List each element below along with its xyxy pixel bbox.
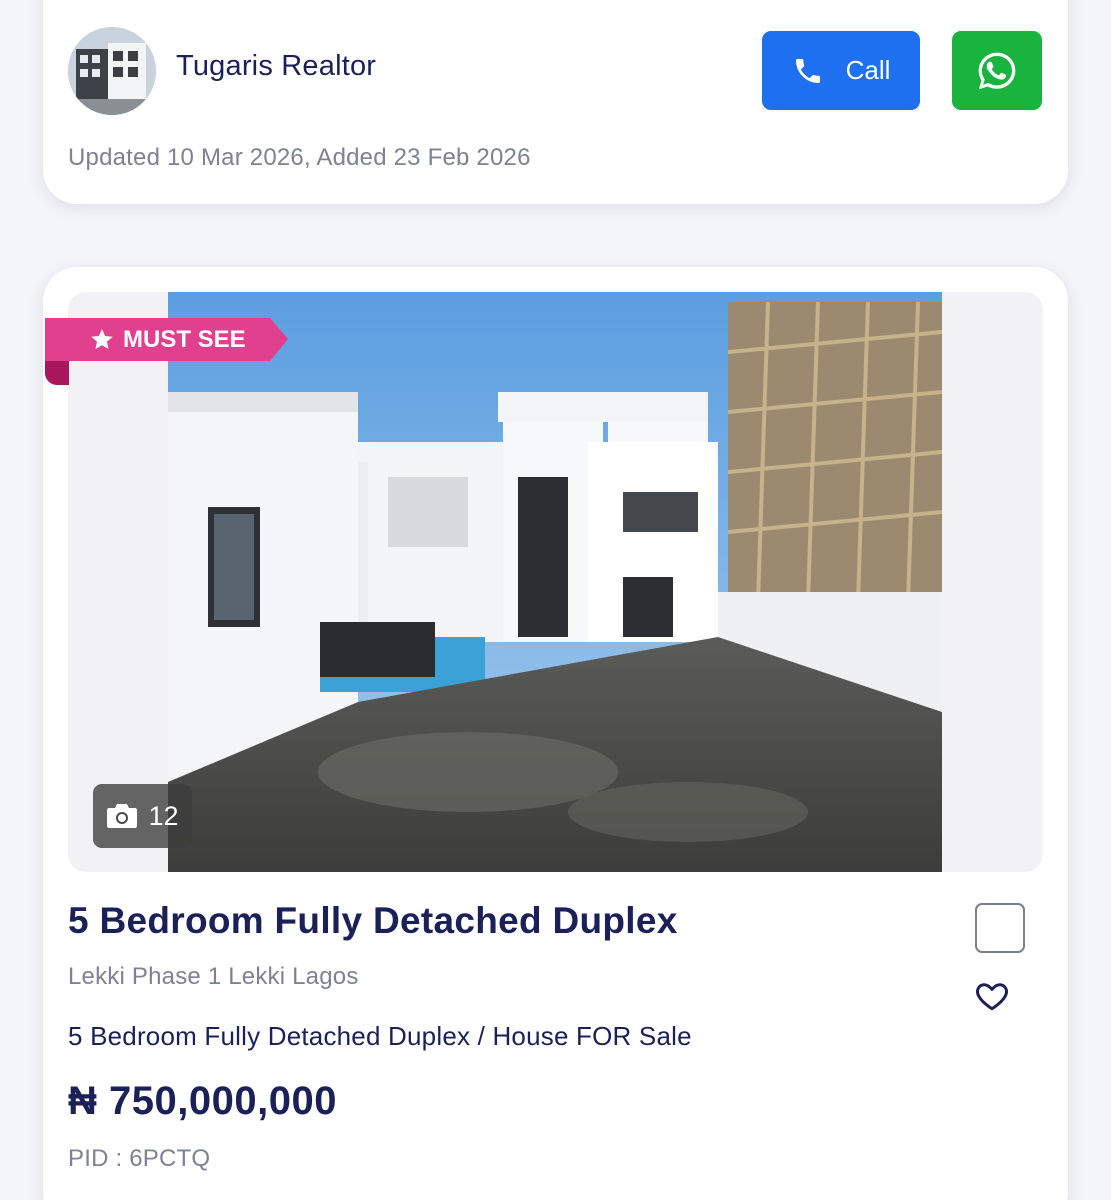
call-button[interactable]: Call: [762, 31, 920, 110]
page: Tugaris Realtor Call Updated 10 Mar 2026…: [0, 0, 1111, 1200]
whatsapp-button[interactable]: [952, 31, 1042, 110]
agent-avatar[interactable]: [68, 27, 156, 115]
listing-photo-frame[interactable]: 12: [68, 292, 1043, 872]
favorite-button[interactable]: [974, 978, 1010, 1014]
star-icon: [91, 328, 113, 349]
must-see-label: MUST SEE: [123, 325, 246, 353]
agent-card: Tugaris Realtor Call Updated 10 Mar 2026…: [43, 0, 1068, 204]
phone-icon: [795, 58, 820, 83]
listing-price: ₦ 750,000,000: [68, 1079, 337, 1123]
updated-date: Updated 10 Mar 2026, Added 23 Feb 2026: [68, 144, 531, 171]
listing-title[interactable]: 5 Bedroom Fully Detached Duplex: [68, 900, 678, 942]
camera-icon: [107, 804, 138, 828]
photo-count-button[interactable]: 12: [93, 784, 192, 848]
listing-subtitle: 5 Bedroom Fully Detached Duplex / House …: [68, 1021, 692, 1051]
listing-card[interactable]: 12 MUST SEE 5 Bedroom Fully Detached Dup…: [43, 267, 1068, 1200]
listing-photo[interactable]: [168, 292, 942, 872]
whatsapp-icon: [978, 52, 1016, 89]
photo-count-label: 12: [148, 800, 179, 831]
call-button-label: Call: [845, 55, 891, 85]
heart-icon: [976, 983, 1008, 1011]
must-see-badge: MUST SEE: [45, 318, 288, 361]
listing-location: Lekki Phase 1 Lekki Lagos: [68, 963, 359, 990]
compare-checkbox[interactable]: [975, 903, 1025, 953]
ribbon-fold: [45, 361, 69, 385]
listing-pid: PID : 6PCTQ: [68, 1145, 211, 1172]
agent-name[interactable]: Tugaris Realtor: [176, 50, 376, 83]
